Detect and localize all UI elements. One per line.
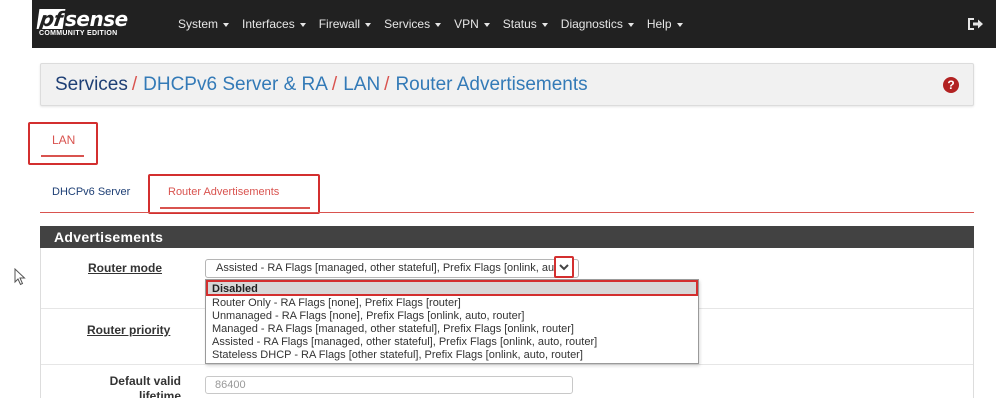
option-assisted[interactable]: Assisted - RA Flags [managed, other stat… <box>212 336 597 348</box>
caret-down-icon <box>483 22 490 27</box>
advertisements-panel-header: Advertisements <box>40 226 974 248</box>
tab-router-advertisements[interactable]: Router Advertisements <box>148 174 320 214</box>
router-mode-dropdown-toggle[interactable] <box>554 256 574 278</box>
tab-active-underline <box>160 207 310 209</box>
caret-down-icon <box>627 22 634 27</box>
tab-dhcpv6-server[interactable]: DHCPv6 Server <box>52 186 130 198</box>
row-divider <box>41 364 973 365</box>
router-priority-label: Router priority <box>87 323 171 337</box>
breadcrumb-lan-link[interactable]: LAN <box>343 74 380 95</box>
caret-down-icon <box>365 22 372 27</box>
caret-down-icon <box>223 22 230 27</box>
default-valid-lifetime-placeholder: 86400 <box>215 379 246 391</box>
caret-down-icon <box>299 22 306 27</box>
menu-vpn[interactable]: VPN <box>454 17 490 31</box>
breadcrumb-panel: Services / DHCPv6 Server & RA / LAN / Router A… <box>40 63 974 106</box>
option-stateless-dhcp[interactable]: Stateless DHCP - RA Flags [other statefu… <box>212 349 583 361</box>
question-circle-icon[interactable]: ? <box>943 77 959 93</box>
menu-services[interactable]: Services <box>384 17 442 31</box>
pfsense-logo[interactable]: pfsense COMMUNITY EDITION <box>36 7 142 39</box>
default-valid-lifetime-label: Default valid lifetime <box>109 374 181 398</box>
chevron-down-icon <box>559 264 569 271</box>
main-menu: System Interfaces Firewall Services VPN … <box>178 0 696 48</box>
breadcrumb: Services / DHCPv6 Server & RA / LAN / Router A… <box>55 74 588 96</box>
breadcrumb-router-advertisements[interactable]: Router Advertisements <box>395 74 587 95</box>
menu-diagnostics[interactable]: Diagnostics <box>561 17 634 31</box>
sign-out-icon[interactable] <box>966 15 984 33</box>
menu-interfaces[interactable]: Interfaces <box>242 17 306 31</box>
option-managed[interactable]: Managed - RA Flags [managed, other state… <box>212 323 574 335</box>
tab-lan-label: LAN <box>52 133 76 147</box>
router-mode-select[interactable]: Assisted - RA Flags [managed, other stat… <box>205 259 579 278</box>
logo-subtitle: COMMUNITY EDITION <box>39 30 118 37</box>
default-valid-lifetime-input[interactable]: 86400 <box>205 376 573 394</box>
menu-help[interactable]: Help <box>647 17 683 31</box>
panel-title: Advertisements <box>54 229 164 245</box>
option-unmanaged[interactable]: Unmanaged - RA Flags [none], Prefix Flag… <box>212 310 524 322</box>
option-disabled[interactable]: Disabled <box>206 280 698 296</box>
router-mode-options-list: Disabled Router Only - RA Flags [none], … <box>205 279 699 364</box>
menu-status[interactable]: Status <box>503 17 548 31</box>
top-navbar: pfsense COMMUNITY EDITION System Interfa… <box>32 0 996 48</box>
menu-system[interactable]: System <box>178 17 230 31</box>
option-router-only[interactable]: Router Only - RA Flags [none], Prefix Fl… <box>212 297 461 309</box>
tab-divider <box>40 212 974 213</box>
breadcrumb-separator: / <box>131 74 138 95</box>
breadcrumb-separator: / <box>384 74 390 95</box>
breadcrumb-separator: / <box>331 74 338 95</box>
mouse-pointer-icon <box>14 268 26 286</box>
caret-down-icon <box>435 22 442 27</box>
tab-active-underline <box>41 155 84 157</box>
tab-lan[interactable]: LAN <box>28 122 98 165</box>
breadcrumb-services: Services <box>55 74 128 95</box>
router-mode-selected-value: Assisted - RA Flags [managed, other stat… <box>216 262 554 274</box>
breadcrumb-dhcpv6-link[interactable]: DHCPv6 Server & RA <box>143 74 328 95</box>
caret-down-icon <box>541 22 548 27</box>
caret-down-icon <box>676 22 683 27</box>
router-mode-label: Router mode <box>88 261 163 275</box>
menu-firewall[interactable]: Firewall <box>319 17 372 31</box>
logo-wordmark: pfsense <box>36 7 128 31</box>
tab-router-advertisements-label: Router Advertisements <box>168 186 280 198</box>
